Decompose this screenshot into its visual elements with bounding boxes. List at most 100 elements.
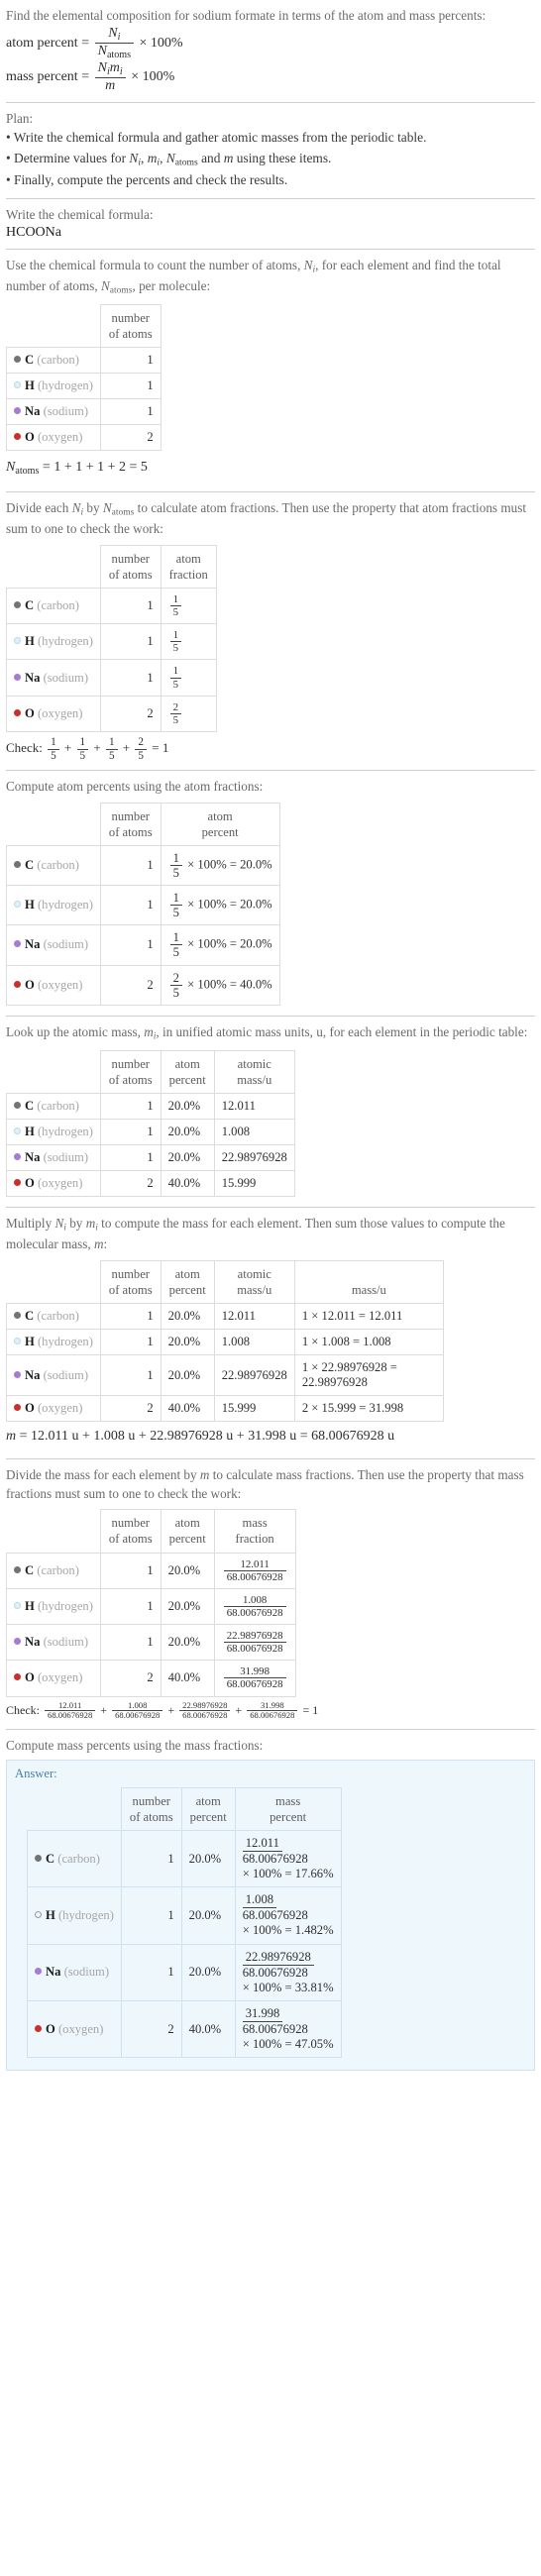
mass-fraction-check: Check: 12.011 68.00676928 + 1.008 68.00676… (6, 1700, 535, 1721)
header-atomic-mass: atomic mass/u (213, 1049, 295, 1095)
element-symbol: H (25, 634, 35, 649)
header-mass: mass/u (293, 1259, 444, 1305)
header-atom-percent: atom percent (160, 1049, 215, 1095)
count-atoms-section: Use the chemical formula to count the nu… (6, 250, 535, 491)
table-header-row: number of atoms atom percent mass percent (27, 1786, 342, 1831)
atom-percent-value: 20.0% (160, 1119, 215, 1146)
atom-percent-value: 40.0% (180, 1999, 236, 2059)
element-name: (hydrogen) (37, 634, 93, 649)
atomic-mass-value: 15.999 (213, 1170, 295, 1198)
molecular-mass-table: number of atoms atom percent atomic mass/u … (6, 1259, 444, 1423)
table-row: H (hydrogen) 1 20.0% 1.008 (6, 1119, 295, 1146)
element-color-dot-oxygen (14, 708, 21, 716)
fraction-denominator: 5 (172, 713, 179, 726)
element-color-dot-hydrogen (14, 901, 21, 909)
atom-count-value: 1 (99, 347, 162, 375)
element-name: (oxygen) (37, 430, 83, 445)
element-cell: H (hydrogen) (6, 1119, 101, 1146)
element-cell: O (oxygen) (6, 1660, 101, 1697)
mass-expression: 2 × 15.999 = 31.998 (293, 1395, 444, 1423)
header-line-1: number (111, 551, 151, 566)
atomic-mass-value: 22.98976928 (213, 1354, 295, 1397)
fraction-numerator: 1 (169, 891, 182, 907)
header-line-2: of atoms (108, 567, 153, 582)
table-row: C (carbon) 1 20.0% 12.011 (6, 1093, 295, 1121)
element-cell: C (carbon) (6, 347, 101, 375)
atomic-mass-prompt: Look up the atomic mass, mi, in unified … (6, 1023, 528, 1042)
atom-fraction-prompt: Divide each Ni by Natoms to calculate at… (6, 499, 526, 536)
atom-percent-result: × 100% = 20.0% (187, 897, 272, 912)
mass-percent-result: × 100% = 17.66% (242, 1867, 334, 1881)
element-cell: C (carbon) (6, 587, 101, 625)
table-row: O (oxygen) 2 40.0% 31.998 68.00676928 (6, 1660, 296, 1697)
mass-fraction-section: Divide the mass for each element by m to… (6, 1459, 535, 1729)
element-cell: Na (sodium) (6, 398, 101, 426)
header-element-blank (6, 1050, 101, 1095)
mass-percent-fraction: Nimi m (94, 60, 126, 94)
check-term-den: 5 (108, 749, 115, 762)
header-line-2: percent (201, 824, 239, 839)
atom-percent-value: 20.0% (160, 1093, 215, 1121)
header-line-1: atom (207, 808, 233, 823)
element-name: (sodium) (43, 937, 89, 952)
element-color-dot-carbon (14, 1565, 21, 1573)
header-atom-percent: atom percent (160, 802, 280, 847)
check-term-den: 68.00676928 (250, 1710, 295, 1721)
table-row: Na (sodium) 1 (6, 398, 162, 426)
fraction-numerator: 1 (169, 851, 182, 867)
element-color-dot-hydrogen (14, 381, 21, 389)
molecular-mass-prompt: Multiply Ni by mi to compute the mass fo… (6, 1216, 505, 1252)
element-symbol: C (25, 598, 35, 613)
table-row: C (carbon) 1 15 (6, 587, 217, 625)
atom-percent-value: 20.0% (180, 1886, 236, 1945)
times-100-percent: × 100% (139, 35, 183, 51)
element-cell: C (carbon) (6, 1093, 101, 1121)
element-color-dot-oxygen (14, 980, 21, 988)
element-cell: H (hydrogen) (6, 1329, 101, 1356)
natoms-equation: Natoms = 1 + 1 + 1 + 2 = 5 (6, 460, 148, 477)
atom-percent-fraction: Ni Natoms (94, 26, 135, 60)
table-row: C (carbon) 1 20.0% 12.011 68.00676928 × … (27, 1829, 342, 1888)
atom-count-value: 1 (99, 1303, 162, 1331)
header-atom-fraction: atom fraction (160, 544, 217, 589)
element-cell: Na (sodium) (6, 924, 101, 966)
table-row: O (oxygen) 2 40.0% 15.999 2 × 15.999 = 3… (6, 1395, 444, 1423)
element-color-dot-oxygen (14, 1179, 21, 1187)
atom-percent-value: 20.0% (160, 1144, 215, 1172)
element-symbol: O (25, 977, 35, 992)
table-row: H (hydrogen) 1 20.0% 1.008 1 × 1.008 = 1… (6, 1329, 444, 1356)
header-line-1: number (111, 310, 151, 325)
atom-fraction-value: 25 (160, 695, 217, 733)
table-row: H (hydrogen) 1 20.0% 1.008 68.00676928 ×… (27, 1886, 342, 1945)
element-color-dot-oxygen (35, 2024, 42, 2032)
table-row: Na (sodium) 1 15 × 100% = 20.0% (6, 924, 280, 966)
atom-count-value: 2 (99, 424, 162, 452)
element-color-dot-carbon (35, 1854, 42, 1862)
element-color-dot-sodium (14, 940, 21, 948)
fraction-numerator: 2 (169, 701, 182, 714)
table-header-row: number of atoms atom percent mass fraction (6, 1509, 296, 1554)
plan-item-3-text: Finally, compute the percents and check … (14, 171, 288, 187)
element-cell: Na (sodium) (6, 659, 101, 697)
plus-sign: + (235, 1702, 243, 1717)
chemical-formula-section: Write the chemical formula: HCOONa (6, 199, 535, 249)
plus-sign: + (100, 1702, 108, 1717)
atom-percent-result: × 100% = 40.0% (187, 977, 272, 992)
mass-percent-label: mass percent (6, 69, 78, 85)
mass-percent-result: × 100% = 33.81% (242, 1980, 334, 1994)
atomic-mass-value: 1.008 (213, 1329, 295, 1356)
table-row: O (oxygen) 2 25 (6, 695, 217, 733)
table-row: Na (sodium) 1 20.0% 22.98976928 68.00676… (27, 1943, 342, 2001)
element-name: (carbon) (37, 858, 79, 873)
plan-section: Plan: • Write the chemical formula and g… (6, 103, 535, 198)
element-symbol: Na (25, 404, 41, 419)
element-name: (hydrogen) (37, 378, 93, 393)
element-cell: O (oxygen) (6, 424, 101, 452)
atomic-mass-value: 1.008 (213, 1119, 295, 1146)
atom-percent-value: 20.0% (160, 1587, 215, 1626)
atom-percent-label: atom percent (6, 35, 78, 51)
table-row: Na (sodium) 1 20.0% 22.98976928 (6, 1144, 295, 1172)
table-row: O (oxygen) 2 25 × 100% = 40.0% (6, 964, 280, 1006)
element-color-dot-carbon (14, 861, 21, 869)
count-atoms-prompt: Use the chemical formula to count the nu… (6, 257, 501, 296)
